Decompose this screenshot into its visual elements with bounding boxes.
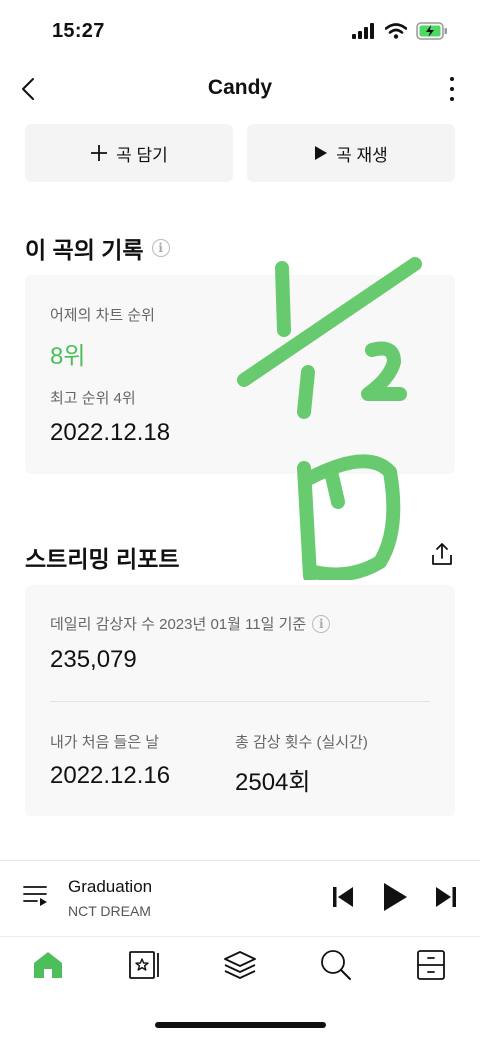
more-dot-icon xyxy=(450,97,454,101)
best-rank-date: 2022.12.18 xyxy=(50,419,171,446)
page-title: Candy xyxy=(207,76,273,99)
playlist-button[interactable] xyxy=(22,884,50,908)
status-icons xyxy=(352,22,448,40)
total-plays-label: 총 감상 횟수 (실시간) xyxy=(235,734,368,751)
tab-search[interactable] xyxy=(319,948,353,982)
report-title-text: 스트리밍 리포트 xyxy=(25,546,180,572)
record-title-text: 이 곡의 기록 xyxy=(25,237,144,263)
skip-previous-icon xyxy=(333,887,353,907)
play-song-button[interactable]: 곡 재생 xyxy=(247,124,455,182)
report-divider xyxy=(50,701,430,702)
record-section-title: 이 곡의 기록 i xyxy=(25,231,170,265)
player-artist: NCT DREAM xyxy=(68,903,151,919)
total-plays-value: 2504회 xyxy=(235,769,311,796)
play-song-label: 곡 재생 xyxy=(336,145,388,165)
share-button[interactable] xyxy=(429,541,455,567)
layers-icon xyxy=(224,951,256,979)
play-icon xyxy=(384,883,407,911)
player-song-title[interactable]: Graduation xyxy=(68,877,152,897)
player-divider xyxy=(0,860,480,861)
record-card: 어제의 차트 순위 8위 최고 순위 4위 2022.12.18 xyxy=(25,275,455,474)
more-options-button[interactable] xyxy=(442,74,462,104)
add-song-button[interactable]: 곡 담기 xyxy=(25,124,233,182)
tab-home[interactable] xyxy=(31,949,65,981)
tab-library[interactable] xyxy=(127,949,161,981)
add-song-label: 곡 담기 xyxy=(116,145,168,165)
daily-listeners-value: 235,079 xyxy=(50,646,137,673)
playlist-queue-icon xyxy=(23,886,47,906)
best-rank-label: 최고 순위 4위 xyxy=(50,390,136,407)
play-icon xyxy=(315,146,328,160)
daily-listeners-header: 데일리 감상자 수 2023년 01월 11일 기준 i xyxy=(50,613,331,634)
next-track-button[interactable] xyxy=(434,884,458,910)
search-icon xyxy=(321,950,351,980)
report-section-title: 스트리밍 리포트 xyxy=(25,540,180,574)
nav-divider xyxy=(0,936,480,937)
status-time: 15:27 xyxy=(52,20,105,42)
home-icon xyxy=(34,952,62,978)
report-card: 데일리 감상자 수 2023년 01월 11일 기준 i 235,079 내가 … xyxy=(25,585,455,816)
plus-icon xyxy=(91,145,108,161)
info-icon[interactable]: i xyxy=(151,239,170,257)
info-icon[interactable]: i xyxy=(312,614,331,633)
first-listen-value: 2022.12.16 xyxy=(50,762,171,789)
yesterday-rank-value: 8위 xyxy=(50,343,86,370)
battery-charging-icon xyxy=(416,22,447,40)
tab-storage[interactable] xyxy=(415,949,447,981)
tab-browse[interactable] xyxy=(222,949,258,981)
wifi-icon xyxy=(385,23,407,39)
home-indicator xyxy=(155,1022,326,1028)
yesterday-rank-label: 어제의 차트 순위 xyxy=(50,307,155,324)
share-icon xyxy=(432,543,452,565)
drawer-icon xyxy=(417,950,445,980)
more-dot-icon xyxy=(450,77,454,81)
cellular-signal-icon xyxy=(352,23,374,39)
first-listen-label: 내가 처음 들은 날 xyxy=(50,734,160,751)
music-library-icon xyxy=(129,951,159,979)
daily-listeners-label: 데일리 감상자 수 2023년 01월 11일 기준 xyxy=(50,616,307,633)
more-dot-icon xyxy=(450,87,454,91)
previous-track-button[interactable] xyxy=(331,884,355,910)
play-pause-button[interactable] xyxy=(381,881,409,913)
skip-next-icon xyxy=(436,887,456,907)
